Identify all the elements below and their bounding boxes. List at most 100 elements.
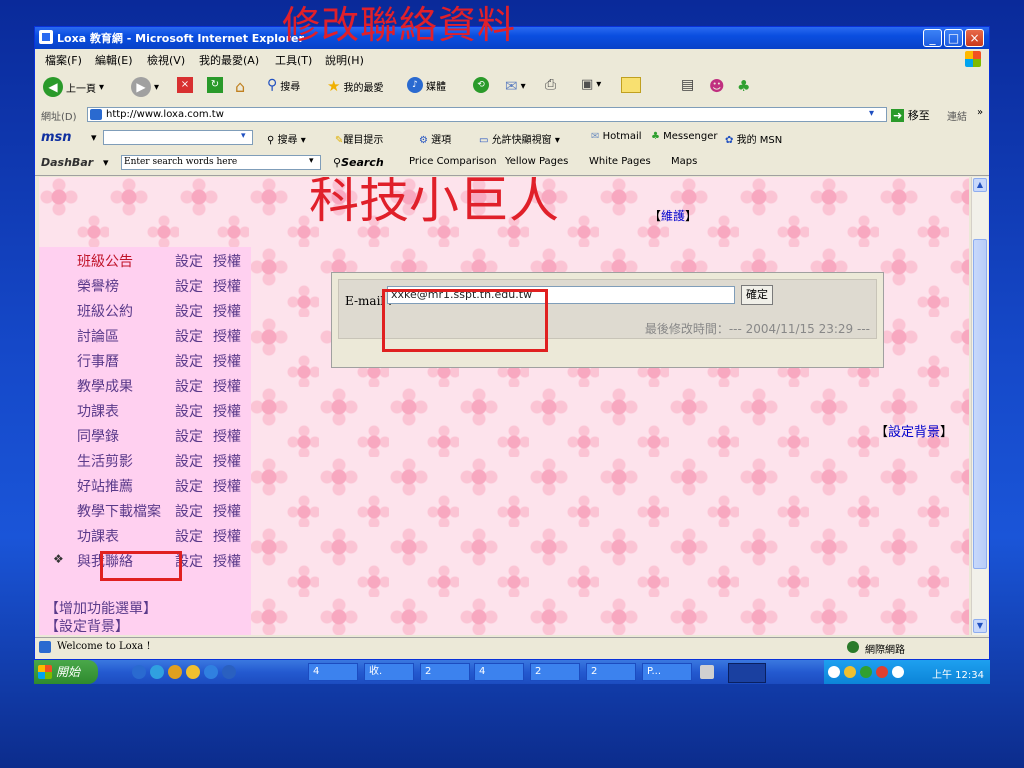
nav-auth-link[interactable]: 授權 (213, 501, 241, 521)
menu-file[interactable]: 檔案(F) (45, 52, 82, 68)
nav-set-link[interactable]: 設定 (175, 276, 203, 296)
nav-auth-link[interactable]: 授權 (213, 376, 241, 396)
nav-auth-link[interactable]: 授權 (213, 551, 241, 571)
taskbar-item-word[interactable]: 2 (530, 663, 580, 681)
antivirus-icon[interactable] (876, 666, 888, 678)
refresh-button[interactable]: ↻ (207, 77, 223, 93)
stop-button[interactable]: × (177, 77, 193, 93)
address-input[interactable]: http://www.loxa.com.tw (87, 107, 887, 122)
desktop-icon[interactable] (222, 665, 236, 679)
msn-highlight-button[interactable]: ✎醒目提示 (335, 131, 383, 146)
nav-auth-link[interactable]: 授權 (213, 251, 241, 271)
media-button[interactable]: ♪ 媒體 (407, 77, 446, 93)
nav-set-link[interactable]: 設定 (175, 301, 203, 321)
scroll-thumb[interactable] (973, 239, 987, 569)
language-bar[interactable] (728, 663, 766, 683)
msn-dropdown-icon[interactable]: ▾ (91, 131, 97, 144)
media-player-icon[interactable] (150, 665, 164, 679)
nav-set-link[interactable]: 設定 (175, 426, 203, 446)
dashbar-link[interactable]: Price Comparison (409, 156, 496, 167)
dashbar-dropdown-icon[interactable]: ▾ (103, 156, 109, 169)
address-dropdown-icon[interactable]: ▾ (869, 108, 874, 119)
nav-item[interactable]: 行事曆 (77, 351, 119, 371)
nav-set-link[interactable]: 設定 (175, 476, 203, 496)
contacts-button[interactable]: ♣ (737, 77, 750, 95)
nav-set-link[interactable]: 設定 (175, 376, 203, 396)
msn-search-dropdown-icon[interactable]: ▾ (241, 131, 246, 141)
nav-set-link[interactable]: 設定 (175, 526, 203, 546)
mail-button[interactable]: ✉ ▾ (505, 77, 526, 95)
add-menu-link[interactable]: 【增加功能選單】 (45, 598, 157, 618)
msn-logo[interactable]: msn (41, 130, 72, 145)
nav-auth-link[interactable]: 授權 (213, 401, 241, 421)
nav-auth-link[interactable]: 授權 (213, 451, 241, 471)
back-button[interactable]: ◀ 上一頁 ▾ (43, 77, 104, 97)
nav-item[interactable]: 同學錄 (77, 426, 119, 446)
dashbar-link[interactable]: White Pages (589, 156, 651, 167)
menu-view[interactable]: 檢視(V) (147, 52, 185, 68)
nav-set-link[interactable]: 設定 (175, 401, 203, 421)
search-button[interactable]: ⚲ 搜尋 (267, 77, 300, 93)
dashbar-search-button[interactable]: ⚲Search (333, 156, 384, 169)
security-icon[interactable] (860, 666, 872, 678)
nav-auth-link[interactable]: 授權 (213, 426, 241, 446)
msn-messenger-button[interactable]: ♣ Messenger (651, 131, 717, 142)
nav-auth-link[interactable]: 授權 (213, 351, 241, 371)
network-icon[interactable] (828, 666, 840, 678)
close-button[interactable]: × (965, 29, 984, 47)
home-button[interactable]: ⌂ (235, 77, 245, 96)
nav-item[interactable]: 生活剪影 (77, 451, 133, 471)
menu-tools[interactable]: 工具(T) (275, 52, 312, 68)
nav-item[interactable]: 功課表 (77, 526, 119, 546)
msn-options-button[interactable]: ⚙ 選項 (419, 131, 451, 146)
go-button[interactable]: ➜ 移至 (891, 107, 930, 123)
dashbar-logo[interactable]: DashBar (41, 156, 93, 169)
research-button[interactable]: ▤ (681, 77, 694, 93)
nav-item[interactable]: 好站推薦 (77, 476, 133, 496)
messenger-button[interactable]: ☻ (709, 77, 725, 95)
quicklaunch-icon[interactable] (132, 665, 146, 679)
maximize-button[interactable]: □ (944, 29, 963, 47)
edit-button[interactable]: ▣ ▾ (581, 77, 601, 92)
nav-item[interactable]: 教學成果 (77, 376, 133, 396)
menu-favorites[interactable]: 我的最愛(A) (199, 52, 259, 68)
ie-quicklaunch-icon[interactable] (204, 665, 218, 679)
nav-set-link[interactable]: 設定 (175, 451, 203, 471)
links-label[interactable]: 連結 (947, 108, 967, 123)
dashbar-link[interactable]: Maps (671, 156, 697, 167)
msn-mymsn-button[interactable]: ✿ 我的 MSN (725, 131, 782, 146)
set-background-link-right[interactable]: 【設定背景】 (875, 421, 953, 440)
scroll-up-icon[interactable]: ▲ (973, 178, 987, 192)
nav-set-link[interactable]: 設定 (175, 351, 203, 371)
nav-item[interactable]: 教學下載檔案 (77, 501, 161, 521)
messenger-icon[interactable] (168, 665, 182, 679)
dashbar-link[interactable]: Yellow Pages (505, 156, 568, 167)
menu-edit[interactable]: 編輯(E) (95, 52, 133, 68)
msn-popup-button[interactable]: ▭ 允許快顯視窗 ▾ (479, 131, 560, 146)
keyboard-icon[interactable] (700, 665, 714, 679)
taskbar-item-folders[interactable]: 4 (308, 663, 358, 681)
volume-icon[interactable] (844, 666, 856, 678)
nav-set-link[interactable]: 設定 (175, 501, 203, 521)
nav-auth-link[interactable]: 授權 (213, 476, 241, 496)
update-icon[interactable] (892, 666, 904, 678)
maintain-link[interactable]: 【維護】 (649, 207, 697, 224)
msn-search-input[interactable] (103, 130, 253, 145)
msn-search-button[interactable]: ⚲ 搜尋 ▾ (267, 131, 306, 146)
menu-help[interactable]: 說明(H) (325, 52, 364, 68)
taskbar-item-project[interactable]: P... (642, 663, 692, 681)
history-button[interactable]: ⟲ (473, 77, 489, 93)
smiley-icon[interactable] (186, 665, 200, 679)
nav-set-link[interactable]: 設定 (175, 251, 203, 271)
set-background-link[interactable]: 【設定背景】 (45, 616, 129, 635)
msn-hotmail-button[interactable]: ✉ Hotmail (591, 131, 642, 142)
dashbar-search-dropdown-icon[interactable]: ▾ (309, 156, 314, 166)
scroll-down-icon[interactable]: ▼ (973, 619, 987, 633)
chevron-right-icon[interactable]: » (977, 107, 983, 118)
forward-button[interactable]: ▶ ▾ (131, 77, 159, 97)
nav-auth-link[interactable]: 授權 (213, 276, 241, 296)
nav-auth-link[interactable]: 授權 (213, 526, 241, 546)
nav-auth-link[interactable]: 授權 (213, 326, 241, 346)
taskbar-item-inbox[interactable]: 收. (364, 663, 414, 681)
nav-item[interactable]: 班級公告 (77, 251, 133, 271)
